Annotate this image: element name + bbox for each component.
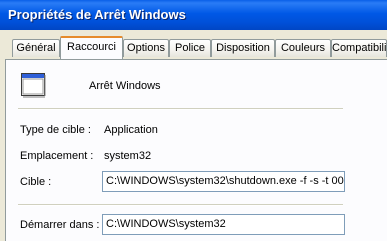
window-title: Propriétés de Arrêt Windows bbox=[8, 7, 186, 22]
target-type-value: Application bbox=[104, 124, 158, 136]
separator bbox=[18, 204, 343, 206]
start-in-label: Démarrer dans : bbox=[20, 219, 100, 231]
tab-layout[interactable]: Disposition bbox=[211, 39, 275, 57]
target-label: Cible : bbox=[20, 176, 52, 188]
application-window-icon bbox=[19, 71, 47, 99]
tab-options[interactable]: Options bbox=[123, 39, 169, 57]
tab-general[interactable]: Général bbox=[12, 39, 60, 57]
title-bar[interactable]: Propriétés de Arrêt Windows bbox=[0, 0, 387, 30]
shortcut-name: Arrêt Windows bbox=[89, 80, 161, 92]
tab-shortcut[interactable]: Raccourci bbox=[60, 36, 123, 59]
location-value: system32 bbox=[104, 150, 152, 162]
separator bbox=[18, 108, 343, 110]
tab-font[interactable]: Police bbox=[169, 39, 211, 57]
start-in-field[interactable]: C:\WINDOWS\system32 bbox=[102, 214, 345, 235]
target-type-label: Type de cible : bbox=[20, 124, 91, 136]
tab-bar: Général Raccourci Options Police Disposi… bbox=[0, 36, 387, 60]
tab-colors[interactable]: Couleurs bbox=[275, 39, 331, 57]
target-field[interactable]: C:\WINDOWS\system32\shutdown.exe -f -s -… bbox=[102, 171, 345, 192]
tab-compatibility[interactable]: Compatibilit bbox=[331, 39, 387, 57]
location-label: Emplacement : bbox=[20, 150, 94, 162]
